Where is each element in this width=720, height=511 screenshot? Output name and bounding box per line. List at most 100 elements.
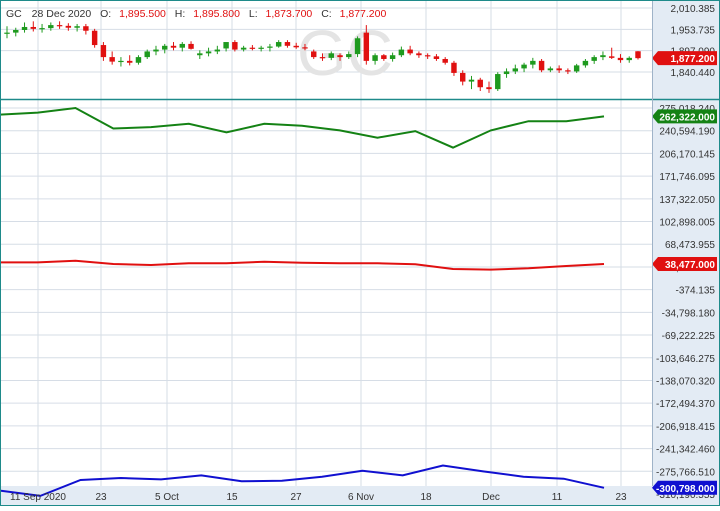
candle-body	[188, 43, 194, 49]
x-tick-label: 15	[226, 492, 238, 503]
candle-body	[205, 51, 212, 54]
candle-body	[354, 38, 361, 55]
candle-body	[100, 45, 107, 58]
candle-body	[547, 68, 554, 71]
candle-body	[214, 49, 221, 52]
x-tick-label: 27	[290, 492, 302, 503]
y-tick-label-indicator: 102,898.005	[659, 218, 715, 229]
candle-body	[153, 49, 159, 52]
low-value: 1,873.700	[266, 8, 313, 20]
candle-body	[495, 74, 501, 90]
candle-body	[39, 28, 45, 30]
last-value-label-red: 38,477.000	[652, 257, 717, 272]
candle-body	[21, 26, 28, 30]
last-value-label-price: 1,877.200	[652, 51, 717, 66]
candle-body	[565, 70, 571, 72]
chart-root: GC 2,010.3851,953.7351,897.0901,840.4402…	[0, 0, 720, 506]
candle-body	[179, 43, 185, 48]
candle-body	[617, 57, 624, 61]
y-tick-label-indicator: 68,473.955	[665, 240, 715, 251]
candle-body	[302, 47, 308, 49]
open-value: 1,895.500	[119, 8, 166, 20]
y-tick-label-indicator: -103,646.275	[656, 354, 715, 365]
candle-body	[346, 54, 352, 58]
y-tick-label-indicator: -138,070.320	[656, 376, 715, 387]
candle-body	[293, 45, 299, 48]
y-tick-label-indicator: -374.135	[676, 286, 716, 297]
x-tick-label: 11 Sep 2020	[10, 492, 66, 503]
x-tick-label: 23	[95, 492, 107, 503]
candle-body	[503, 71, 510, 75]
candle-body	[486, 87, 492, 90]
x-tick-label: 6 Nov	[348, 492, 374, 503]
y-tick-label-indicator: 240,594.190	[659, 127, 715, 138]
candle-body	[556, 68, 562, 71]
candle-body	[600, 55, 606, 58]
last-value-text: 262,322.000	[659, 112, 715, 123]
candle-body	[223, 42, 229, 49]
y-tick-label-indicator: -206,918.415	[656, 422, 715, 433]
low-label: L:	[249, 8, 258, 20]
candle-body	[573, 65, 580, 72]
candle-body	[126, 60, 133, 63]
chart-canvas[interactable]: GC 2,010.3851,953.7351,897.0901,840.4402…	[0, 0, 720, 506]
x-tick-label: 18	[420, 492, 432, 503]
candle-body	[232, 42, 238, 50]
candle-body	[407, 49, 413, 54]
candle-body	[91, 30, 98, 46]
candle-body	[538, 60, 545, 71]
candle-body	[477, 79, 483, 88]
candle-body	[635, 51, 641, 59]
candle-body	[372, 55, 378, 61]
y-tick-label-indicator: -34,798.180	[662, 308, 716, 319]
y-tick-label-indicator: -275,766.510	[656, 467, 715, 478]
last-value-label-green: 262,322.000	[652, 109, 717, 124]
candle-body	[65, 25, 72, 28]
candle-down	[538, 58, 545, 73]
candle-body	[240, 47, 247, 50]
candle-body	[442, 58, 448, 63]
candle-body	[512, 68, 519, 72]
candle-body	[83, 26, 89, 31]
candle-body	[398, 49, 405, 56]
candle-body	[249, 47, 256, 49]
bar-date: 28 Dec 2020	[32, 8, 92, 20]
last-value-label-blue: -300,798.000	[652, 480, 717, 495]
ohlc-header: GC 28 Dec 2020 O: 1,895.500 H: 1,895.800…	[6, 8, 386, 20]
high-value: 1,895.800	[193, 8, 240, 20]
candle-body	[451, 62, 457, 73]
candle-body	[13, 29, 19, 33]
candle-body	[521, 64, 527, 69]
candle-body	[275, 42, 282, 47]
candle-body	[118, 60, 124, 63]
close-label: C:	[321, 8, 332, 20]
candle-body	[170, 45, 177, 48]
last-value-text: 1,877.200	[671, 54, 716, 65]
candle-body	[30, 26, 37, 29]
y-tick-label-indicator: -241,342.460	[656, 445, 715, 456]
candle-body	[468, 79, 475, 82]
candle-body	[319, 57, 326, 59]
candle-body	[416, 53, 422, 56]
y-tick-label-price: 1,953.735	[671, 25, 716, 36]
candle-up	[354, 36, 361, 58]
y-tick-label-indicator: -69,222.225	[662, 331, 716, 342]
candle-body	[424, 55, 431, 57]
candle-body	[311, 51, 317, 58]
y-tick-label-indicator: 171,746.095	[659, 172, 715, 183]
candle-body	[197, 53, 203, 56]
candle-body	[608, 56, 615, 58]
open-label: O:	[100, 8, 111, 20]
candle-body	[4, 32, 10, 34]
y-tick-label-indicator: 137,322.050	[659, 195, 715, 206]
x-tick-label: 5 Oct	[155, 492, 179, 503]
close-value: 1,877.200	[340, 8, 387, 20]
y-tick-label-indicator: -172,494.370	[656, 399, 715, 410]
candle-body	[460, 72, 466, 82]
candle-body	[328, 53, 334, 58]
candle-body	[162, 45, 168, 50]
candle-body	[258, 47, 264, 49]
y-tick-label-price: 2,010.385	[671, 4, 716, 15]
x-tick-label: 11	[552, 492, 563, 503]
high-label: H:	[175, 8, 186, 20]
